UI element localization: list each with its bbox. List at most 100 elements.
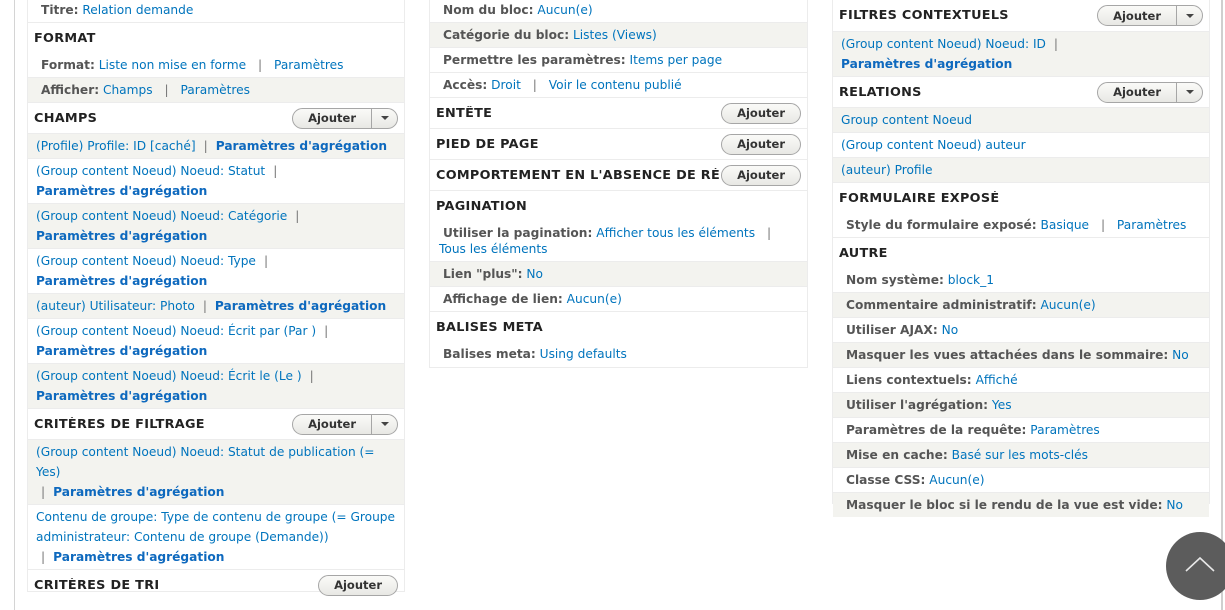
scroll-to-top-button[interactable] <box>1166 532 1225 600</box>
format-value-link[interactable]: Liste non mise en forme <box>99 58 246 72</box>
field-link[interactable]: (auteur) Utilisateur: Photo <box>36 299 195 313</box>
filter-item: Contenu de groupe: Type de contenu de gr… <box>28 504 404 569</box>
access-settings-link[interactable]: Voir le contenu publié <box>549 78 682 92</box>
use-aggregation-link[interactable]: Yes <box>992 398 1012 412</box>
add-filter-dropdown[interactable] <box>371 414 397 434</box>
ajax-link[interactable]: No <box>942 323 959 337</box>
contextual-link[interactable]: (Group content Noeud) Noeud: ID <box>841 37 1046 51</box>
aggregation-settings-link[interactable]: Paramètres d'agrégation <box>53 485 224 499</box>
add-field-button-group: Ajouter <box>292 107 398 129</box>
aggregation-settings-link[interactable]: Paramètres d'agrégation <box>36 184 207 198</box>
field-link[interactable]: (Group content Noeud) Noeud: Écrit par (… <box>36 324 316 338</box>
aggregation-settings-link[interactable]: Paramètres d'agrégation <box>36 344 207 358</box>
add-relation-button[interactable]: Ajouter <box>1098 83 1176 102</box>
exposed-form-row: Style du formulaire exposé: Basique | Pa… <box>846 218 1187 232</box>
meta-value-link[interactable]: Using defaults <box>540 347 627 361</box>
section-title: CRITÈRES DE TRI <box>34 577 160 593</box>
caret-down-icon <box>380 116 389 120</box>
other-row: Commentaire administratif: Aucun(e) <box>833 292 1209 317</box>
field-link[interactable]: (Group content Noeud) Noeud: Catégorie <box>36 209 287 223</box>
exposed-form-settings-link[interactable]: Paramètres <box>1117 218 1187 232</box>
add-contextual-dropdown[interactable] <box>1176 6 1202 25</box>
field-item: (Group content Noeud) Noeud: Type | Param… <box>28 248 404 293</box>
section-title: FORMAT <box>34 30 96 46</box>
column-right: FILTRES CONTEXTUELS Ajouter (Group conte… <box>832 0 1210 517</box>
field-link[interactable]: (Group content Noeud) Noeud: Statut <box>36 164 265 178</box>
relation-link[interactable]: (Group content Noeud) auteur <box>841 138 1026 152</box>
add-field-button[interactable]: Ajouter <box>293 109 371 128</box>
format-settings-link[interactable]: Paramètres <box>274 58 344 72</box>
separator: | <box>532 78 537 92</box>
add-relation-button-group: Ajouter <box>1097 81 1203 103</box>
field-link[interactable]: (Group content Noeud) Noeud: Type <box>36 254 256 268</box>
other-row: Paramètres de la requête: Paramètres <box>833 417 1209 442</box>
show-settings-link[interactable]: Paramètres <box>180 83 250 97</box>
section-contextual-header: FILTRES CONTEXTUELS Ajouter <box>833 0 1209 31</box>
filter-link[interactable]: Contenu de groupe: Type de contenu de gr… <box>36 510 395 544</box>
other-row: Liens contextuels: Affiché <box>833 367 1209 392</box>
exposed-form-style-link[interactable]: Basique <box>1041 218 1090 232</box>
left-frame-border <box>14 0 15 610</box>
aggregation-settings-link[interactable]: Paramètres d'agrégation <box>53 550 224 564</box>
title-setting: Titre: Relation demande <box>41 3 194 17</box>
section-title: PIED DE PAGE <box>436 136 539 152</box>
other-row: Mise en cache: Basé sur les mots-clés <box>833 442 1209 467</box>
add-no-results-button[interactable]: Ajouter <box>721 164 801 186</box>
field-link[interactable]: (Profile) Profile: ID [caché] <box>36 139 196 153</box>
machine-name-link[interactable]: block_1 <box>948 273 994 287</box>
title-value-link[interactable]: Relation demande <box>82 3 193 17</box>
relation-link[interactable]: Group content Noeud <box>841 113 972 127</box>
relation-link[interactable]: (auteur) Profile <box>841 163 932 177</box>
aggregation-settings-link[interactable]: Paramètres d'agrégation <box>36 229 207 243</box>
more-link-row: Lien "plus": No <box>430 261 807 286</box>
separator: | <box>309 369 314 383</box>
pager-row: Utiliser la pagination: Afficher tous le… <box>439 226 772 256</box>
field-item: (Group content Noeud) Noeud: Écrit par (… <box>28 318 404 363</box>
aggregation-settings-link[interactable]: Paramètres d'agrégation <box>36 274 207 288</box>
add-relation-dropdown[interactable] <box>1176 82 1202 102</box>
allow-settings-link[interactable]: Items per page <box>630 53 723 67</box>
section-title: FILTRES CONTEXTUELS <box>839 8 1009 23</box>
link-display-value[interactable]: Aucun(e) <box>567 292 622 306</box>
add-contextual-button[interactable]: Ajouter <box>1098 6 1176 25</box>
column-middle: Nom du bloc: Aucun(e) Catégorie du bloc:… <box>429 0 808 368</box>
caching-link[interactable]: Basé sur les mots-clés <box>952 448 1088 462</box>
pager-items-link[interactable]: Tous les éléments <box>439 242 548 256</box>
link-display-row: Affichage de lien: Aucun(e) <box>430 286 807 311</box>
add-sort-button[interactable]: Ajouter <box>318 574 398 596</box>
contextual-links-link[interactable]: Affiché <box>976 373 1018 387</box>
other-row: Nom système: block_1 <box>846 273 994 287</box>
section-title: PAGINATION <box>436 198 528 214</box>
add-filter-button[interactable]: Ajouter <box>293 415 371 434</box>
aggregation-settings-link[interactable]: Paramètres d'agrégation <box>36 389 207 403</box>
css-class-link[interactable]: Aucun(e) <box>929 473 984 487</box>
field-item: (Group content Noeud) Noeud: Écrit le (L… <box>28 363 404 408</box>
separator: | <box>1053 37 1059 51</box>
aggregation-settings-link[interactable]: Paramètres d'agrégation <box>215 299 386 313</box>
field-link[interactable]: (Group content Noeud) Noeud: Écrit le (L… <box>36 369 302 383</box>
section-format-header: FORMAT <box>28 22 404 53</box>
more-link-value[interactable]: No <box>526 267 543 281</box>
block-name-link[interactable]: Aucun(e) <box>537 3 592 17</box>
page-scrollbar[interactable] <box>1221 0 1223 610</box>
aggregation-settings-link[interactable]: Paramètres d'agrégation <box>216 139 387 153</box>
block-name-row: Nom du bloc: Aucun(e) <box>443 3 593 17</box>
block-category-link[interactable]: Listes (Views) <box>573 28 657 42</box>
admin-comment-link[interactable]: Aucun(e) <box>1040 298 1095 312</box>
meta-row: Balises meta: Using defaults <box>443 347 627 361</box>
aggregation-settings-link[interactable]: Paramètres d'agrégation <box>841 57 1012 71</box>
query-settings-link[interactable]: Paramètres <box>1030 423 1100 437</box>
other-row: Utiliser AJAX: No <box>833 317 1209 342</box>
allow-settings-row: Permettre les paramètres: Items per page <box>430 47 807 72</box>
add-footer-button[interactable]: Ajouter <box>721 133 801 155</box>
add-header-button[interactable]: Ajouter <box>721 102 801 124</box>
hide-attachments-link[interactable]: No <box>1172 348 1189 362</box>
hide-empty-block-link[interactable]: No <box>1166 498 1183 512</box>
caret-down-icon <box>1185 90 1194 94</box>
filter-link[interactable]: (Group content Noeud) Noeud: Statut de p… <box>36 445 375 479</box>
show-value-link[interactable]: Champs <box>103 83 153 97</box>
access-link[interactable]: Droit <box>491 78 521 92</box>
add-field-dropdown[interactable] <box>371 108 397 128</box>
pager-value-link[interactable]: Afficher tous les éléments <box>596 226 755 240</box>
section-title: FORMULAIRE EXPOSÉ <box>839 190 1000 206</box>
